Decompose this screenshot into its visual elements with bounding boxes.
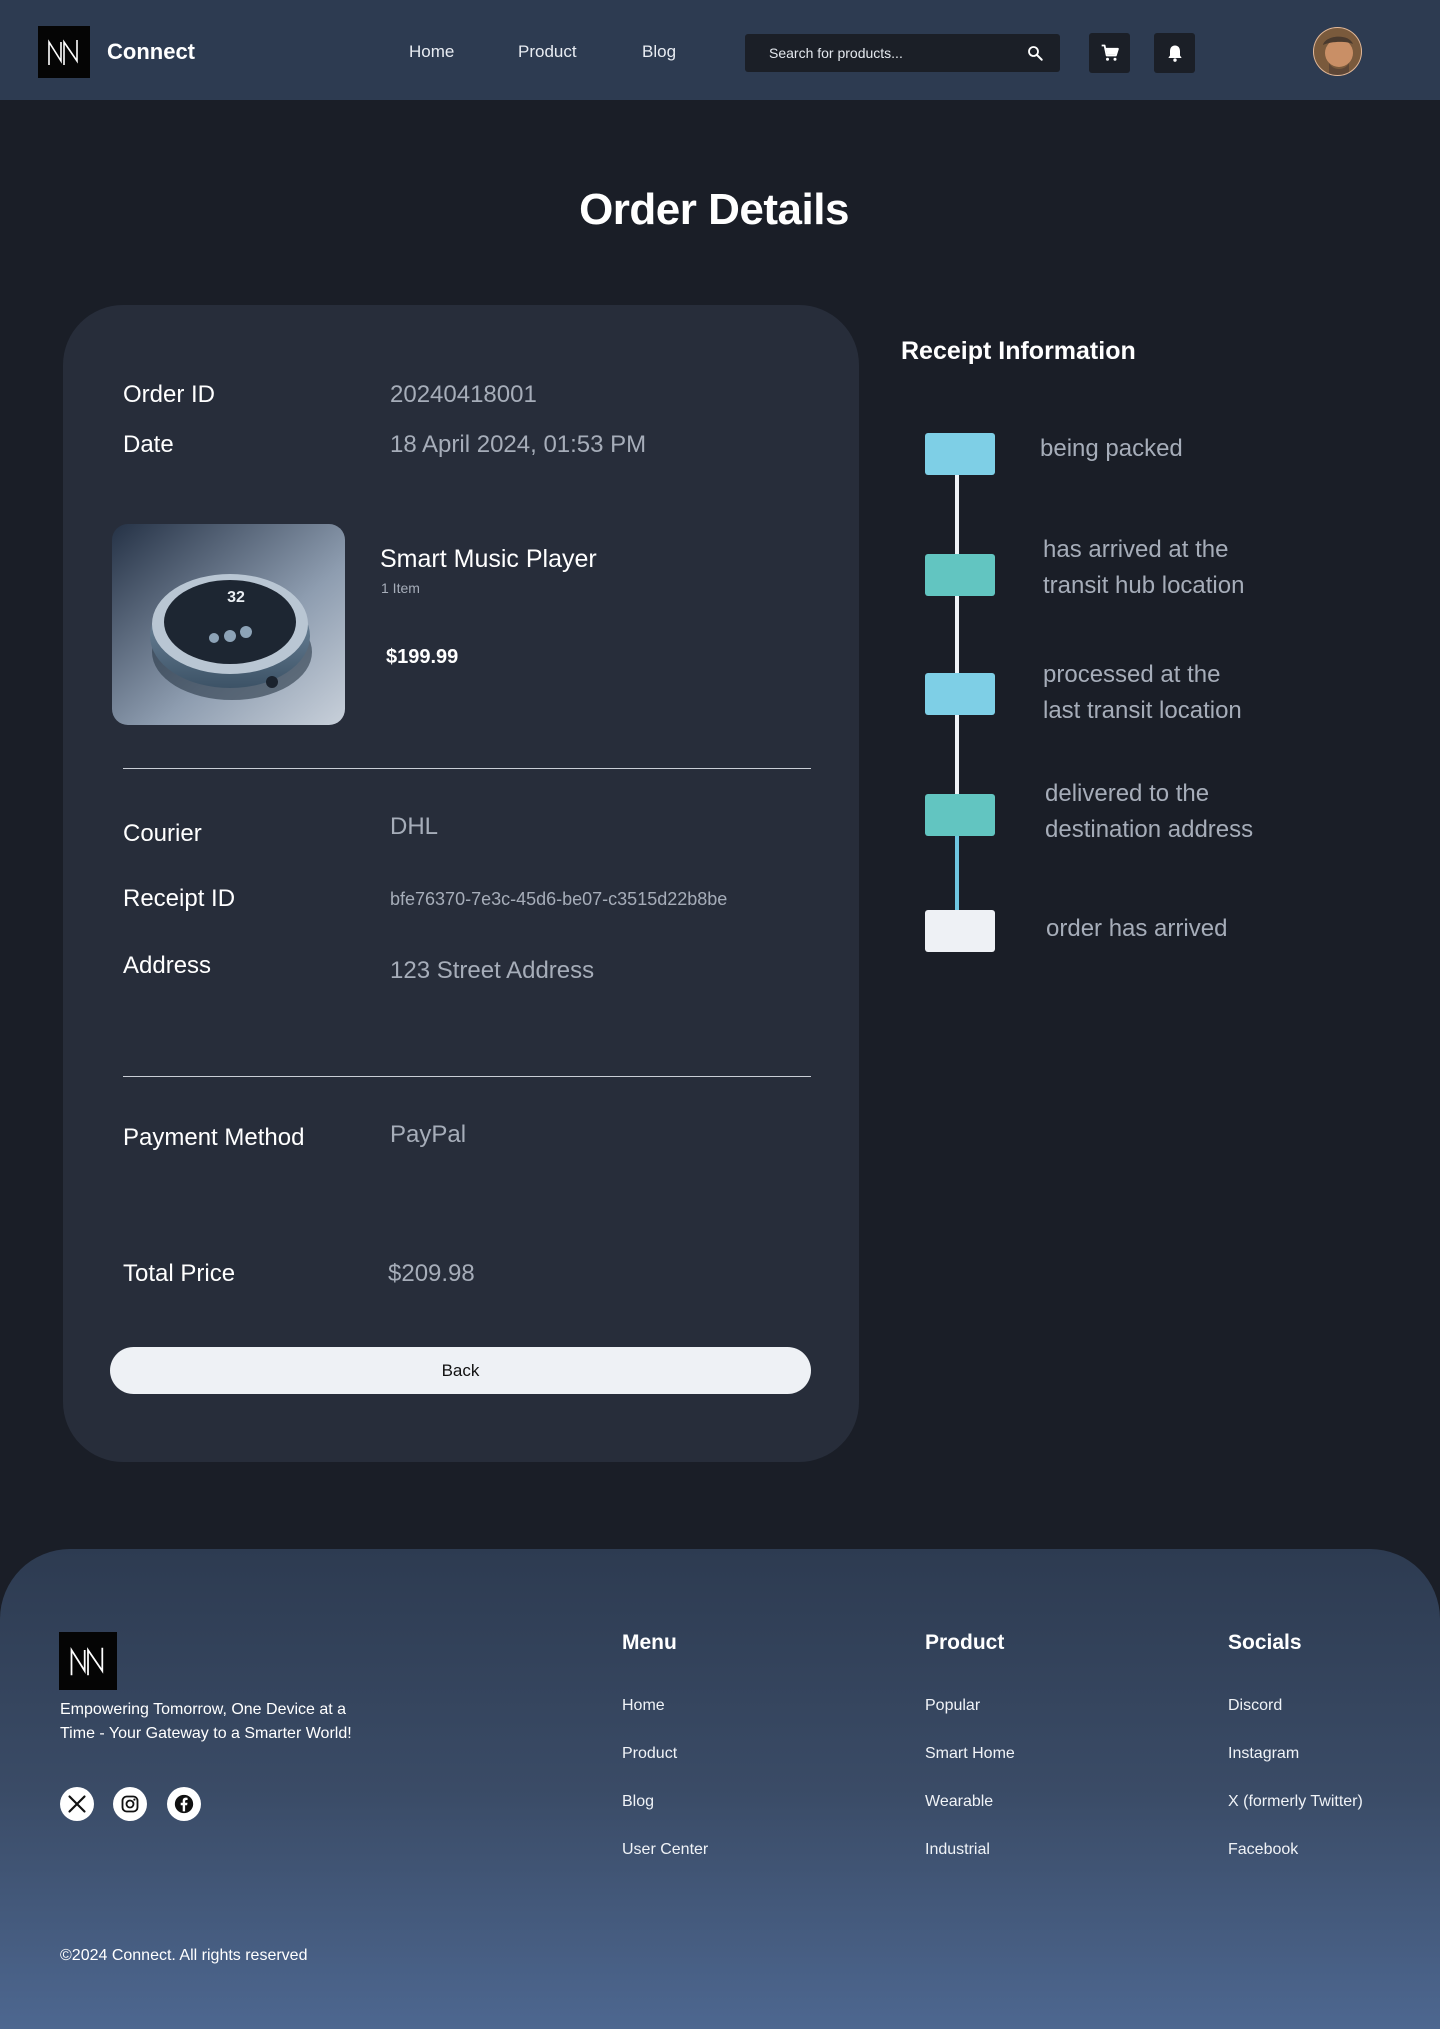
date-value: 18 April 2024, 01:53 PM <box>390 431 647 458</box>
footer-link-product[interactable]: Product <box>622 1745 677 1763</box>
logo[interactable] <box>38 26 90 78</box>
social-facebook-button[interactable] <box>167 1787 201 1821</box>
music-player-illustration: 32 <box>112 524 345 725</box>
timeline-step-text: processed at the last transit location <box>1043 661 1242 724</box>
search-bar <box>745 34 1060 72</box>
timeline-step-text: delivered to the destination address <box>1045 780 1254 843</box>
notifications-button[interactable] <box>1154 33 1195 73</box>
date-label: Date <box>123 431 174 458</box>
logo-icon <box>48 39 78 65</box>
order-details-card: Order ID 20240418001 Date 18 April 2024,… <box>63 305 859 1462</box>
total-price-label: Total Price <box>123 1260 236 1287</box>
timeline-step-text: has arrived at the transit hub location <box>1043 536 1245 599</box>
footer-logo[interactable] <box>59 1632 117 1690</box>
timeline-node-arrived <box>925 910 995 952</box>
cart-button[interactable] <box>1089 33 1130 73</box>
social-x-button[interactable] <box>60 1787 94 1821</box>
footer-link-instagram[interactable]: Instagram <box>1228 1745 1299 1763</box>
footer-link-discord[interactable]: Discord <box>1228 1697 1282 1715</box>
order-id-label: Order ID <box>123 381 216 408</box>
timeline-connector <box>955 474 959 554</box>
footer-menu-title: Menu <box>622 1631 677 1654</box>
receipt-title: Receipt Information <box>901 337 1136 365</box>
footer-link-user-center[interactable]: User Center <box>622 1841 708 1859</box>
footer-link-x[interactable]: X (formerly Twitter) <box>1228 1793 1363 1811</box>
user-avatar[interactable] <box>1313 27 1362 76</box>
timeline-node-transit-hub <box>925 554 995 596</box>
search-input[interactable] <box>745 34 1015 72</box>
timeline-node-last-transit <box>925 673 995 715</box>
footer-socials-title: Socials <box>1228 1631 1302 1654</box>
instagram-icon <box>121 1795 139 1813</box>
nav-blog[interactable]: Blog <box>642 42 676 62</box>
product-name: Smart Music Player <box>380 545 597 573</box>
payment-method-label: Payment Method <box>123 1124 305 1151</box>
address-value: 123 Street Address <box>390 957 595 984</box>
total-price-value: $209.98 <box>388 1260 475 1287</box>
footer-link-wearable[interactable]: Wearable <box>925 1793 993 1811</box>
product-image: 32 <box>112 524 345 725</box>
social-instagram-button[interactable] <box>113 1787 147 1821</box>
footer-tagline: Empowering Tomorrow, One Device at a Tim… <box>60 1701 352 1742</box>
avatar-image <box>1313 27 1362 76</box>
nav-home[interactable]: Home <box>409 42 454 62</box>
footer-link-smart-home[interactable]: Smart Home <box>925 1745 1015 1763</box>
timeline-step-text: order has arrived <box>1046 915 1228 942</box>
search-icon[interactable] <box>1026 44 1044 62</box>
x-icon <box>68 1795 86 1813</box>
footer-link-facebook[interactable]: Facebook <box>1228 1841 1298 1859</box>
logo-icon <box>70 1646 104 1676</box>
footer-link-industrial[interactable]: Industrial <box>925 1841 990 1859</box>
product-price: $199.99 <box>386 646 459 668</box>
courier-value: DHL <box>390 813 439 840</box>
timeline-step-text: being packed <box>1040 435 1183 462</box>
top-navbar: Connect Home Product Blog <box>0 0 1440 100</box>
bell-icon <box>1167 45 1182 62</box>
receipt-id-label: Receipt ID <box>123 885 236 912</box>
timeline-node-packed <box>925 433 995 475</box>
timeline-node-delivered <box>925 794 995 836</box>
footer-link-popular[interactable]: Popular <box>925 1697 980 1715</box>
copyright: ©2024 Connect. All rights reserved <box>60 1947 308 1964</box>
divider <box>123 1076 811 1077</box>
footer-product-title: Product <box>925 1631 1005 1654</box>
back-button[interactable]: Back <box>110 1347 811 1394</box>
device-display-number: 32 <box>227 589 245 606</box>
nav-product[interactable]: Product <box>518 42 577 62</box>
payment-method-value: PayPal <box>390 1121 467 1148</box>
facebook-icon <box>174 1794 194 1814</box>
footer-link-blog[interactable]: Blog <box>622 1793 654 1811</box>
product-quantity: 1 Item <box>381 580 420 596</box>
order-id-value: 20240418001 <box>390 381 537 408</box>
footer-link-home[interactable]: Home <box>622 1697 665 1715</box>
timeline-connector <box>955 595 959 675</box>
brand-name[interactable]: Connect <box>107 39 195 65</box>
page-title: Order Details <box>579 185 849 234</box>
cart-icon <box>1101 44 1119 61</box>
courier-label: Courier <box>123 820 202 847</box>
timeline-connector <box>955 715 959 795</box>
divider <box>123 768 811 769</box>
timeline-connector <box>955 836 959 911</box>
footer: Empowering Tomorrow, One Device at a Tim… <box>0 1549 1440 2029</box>
address-label: Address <box>123 952 212 979</box>
receipt-id-value: bfe76370-7e3c-45d6-be07-c3515d22b8be <box>390 889 728 909</box>
